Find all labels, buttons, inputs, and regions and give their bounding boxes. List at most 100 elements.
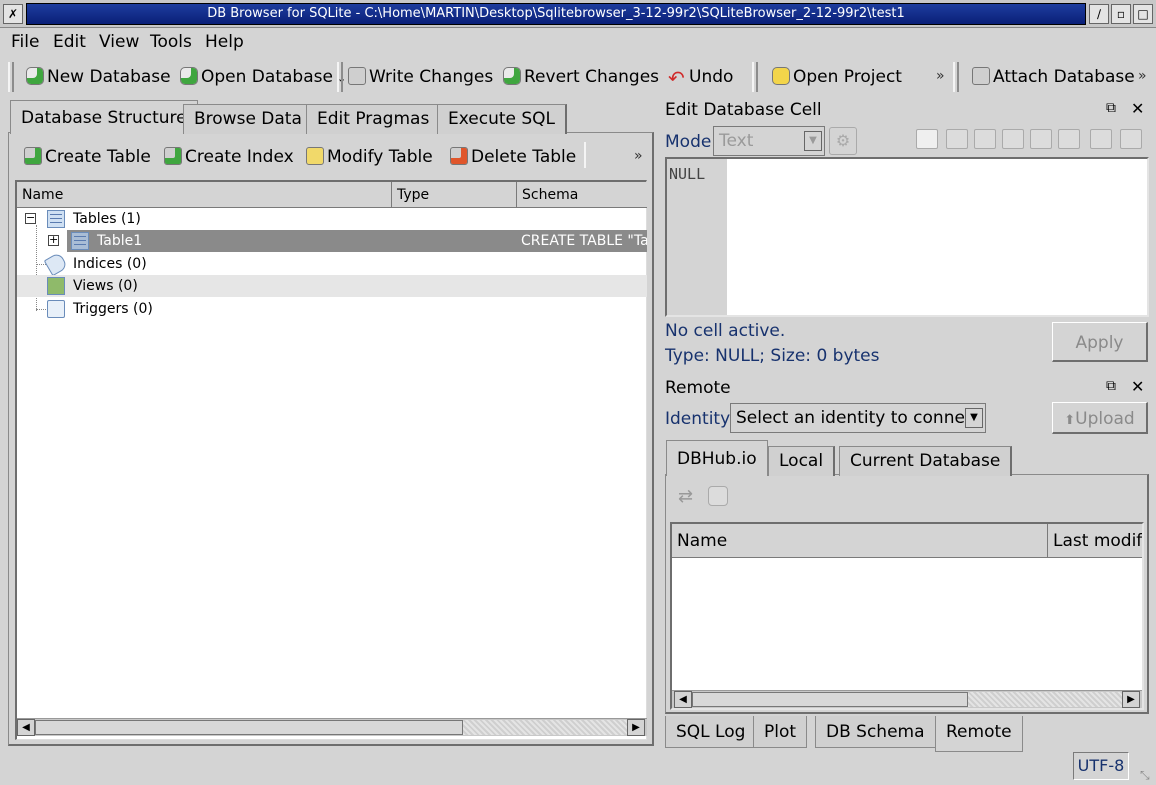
selected-row[interactable]: Table1 CREATE TABLE "Table1" [67,230,647,252]
scroll-right-icon[interactable]: ▶ [627,719,645,736]
tree-row-tables[interactable]: − Tables (1) [17,208,647,230]
chevron-down-icon[interactable]: ▼ [965,408,983,428]
clone-database-icon[interactable] [708,486,728,506]
open-project-icon [772,67,790,85]
tab-browse-data[interactable]: Browse Data [183,104,314,134]
menu-help[interactable]: Help [205,31,244,53]
import-icon[interactable] [974,129,996,149]
scroll-left-icon[interactable]: ◀ [674,691,692,708]
cell-status: No cell active. [665,321,786,341]
toolbar-grip[interactable] [8,62,14,92]
scroll-right-icon[interactable]: ▶ [1122,691,1140,708]
undo-icon [668,67,686,85]
column-header-last-modified[interactable]: Last modified [1048,524,1142,558]
tree-row-triggers[interactable]: Triggers (0) [17,298,647,320]
align-icon[interactable] [946,129,968,149]
attach-database-icon [972,67,990,85]
resize-grip-icon[interactable]: ⤡ [1140,768,1150,783]
tab-dbhub[interactable]: DBHub.io [666,440,768,476]
menu-file[interactable]: File [11,31,39,53]
create-index-button[interactable]: Create Index [164,144,294,170]
tree-row-indices[interactable]: Indices (0) [17,251,647,277]
mode-label: Mode: [665,132,718,152]
tree-label: Views (0) [73,278,138,294]
delete-table-button[interactable]: Delete Table [450,144,576,170]
export-icon[interactable] [1002,129,1024,149]
toolbar-extension-button[interactable]: » [936,68,945,84]
refresh-icon[interactable]: ⇄ [678,486,693,507]
apply-button[interactable]: Apply [1052,322,1148,362]
attach-database-button[interactable]: Attach Database [972,64,1135,90]
menu-edit[interactable]: Edit [53,31,86,53]
toolbar-grip[interactable] [953,62,959,92]
toolbar-extension-button[interactable]: » [1138,68,1147,84]
minimize-icon[interactable]: ∕ [1089,4,1109,24]
set-null-icon[interactable] [1030,129,1052,149]
delete-table-icon [450,147,468,165]
dock-float-icon[interactable]: ⧉ [1106,100,1116,116]
tree-horizontal-scrollbar[interactable]: ◀ ▶ [17,718,647,736]
dock-close-icon[interactable]: ✕ [1131,377,1144,396]
column-header-name[interactable]: Name [672,524,1048,558]
undo-button[interactable]: Undo [668,64,733,90]
chevron-down-icon[interactable]: ▼ [804,131,822,151]
dock-tab-bar: SQL Log Plot DB Schema Remote [665,716,1025,756]
tree-label: Triggers (0) [73,301,153,317]
scroll-left-icon[interactable]: ◀ [17,719,35,736]
column-header-name[interactable]: Name [17,182,392,208]
column-header-schema[interactable]: Schema [517,182,647,208]
tab-plot[interactable]: Plot [753,716,808,748]
tab-execute-sql[interactable]: Execute SQL [437,104,568,134]
restore-icon[interactable]: ▫ [1111,4,1131,24]
open-database-button[interactable]: Open Database ⌄ [180,64,346,90]
menu-tools[interactable]: Tools [150,31,192,53]
upload-button[interactable]: ⬆Upload [1052,402,1148,434]
print-icon[interactable] [1120,129,1142,149]
identity-select[interactable]: Select an identity to connect ▼ [730,403,986,433]
dock-close-icon[interactable]: ✕ [1131,99,1144,118]
toolbar-grip[interactable] [752,62,758,92]
toolbar-extension-button[interactable]: » [634,148,643,164]
create-table-button[interactable]: Create Table [24,144,151,170]
open-database-icon [180,67,198,85]
revert-changes-button[interactable]: Revert Changes [503,64,659,90]
mode-value: Text [719,131,754,151]
collapse-icon[interactable]: − [25,212,36,224]
tab-current-database[interactable]: Current Database [839,446,1013,476]
remote-horizontal-scrollbar[interactable]: ◀ ▶ [672,690,1142,708]
window-menu-icon[interactable]: ✗ [3,4,23,24]
expand-icon[interactable]: + [48,234,59,246]
tab-edit-pragmas[interactable]: Edit Pragmas [306,104,442,134]
modify-table-button[interactable]: Modify Table [306,144,433,170]
table-icon [71,232,89,250]
auto-format-icon[interactable]: ⚙ [829,127,857,155]
scrollbar-track[interactable] [968,692,1122,707]
tab-sql-log[interactable]: SQL Log [665,716,757,748]
column-header-type[interactable]: Type [392,182,517,208]
tab-local[interactable]: Local [768,446,836,476]
structure-tree[interactable]: Name Type Schema − Tables (1) + Table1 C… [15,180,647,740]
tree-row-table1[interactable]: + Table1 CREATE TABLE "Table1" [17,230,647,252]
tree-label: Indices (0) [73,256,147,272]
tree-row-views[interactable]: Views (0) [17,275,647,297]
tab-remote[interactable]: Remote [935,716,1023,752]
modify-table-icon [306,147,324,165]
remote-database-list[interactable]: Name Last modified ◀ ▶ [670,522,1144,710]
new-database-button[interactable]: New Database [26,64,171,90]
tab-db-schema[interactable]: DB Schema [815,716,936,748]
word-wrap-icon[interactable] [916,129,938,149]
apply-icon[interactable] [1058,129,1080,149]
tab-database-structure[interactable]: Database Structure [10,100,198,134]
mode-select[interactable]: Text ▼ [713,126,825,156]
scrollbar-track[interactable] [463,720,627,735]
menu-view[interactable]: View [99,31,139,53]
scrollbar-thumb[interactable] [35,720,463,735]
maximize-icon[interactable]: □ [1133,4,1153,24]
cell-editor[interactable]: NULL [665,157,1149,317]
dock-float-icon[interactable]: ⧉ [1106,378,1116,394]
open-project-button[interactable]: Open Project [772,64,902,90]
write-changes-button[interactable]: Write Changes [348,64,493,90]
scrollbar-thumb[interactable] [692,692,968,707]
link-icon[interactable] [1090,129,1112,149]
views-icon [47,277,65,295]
